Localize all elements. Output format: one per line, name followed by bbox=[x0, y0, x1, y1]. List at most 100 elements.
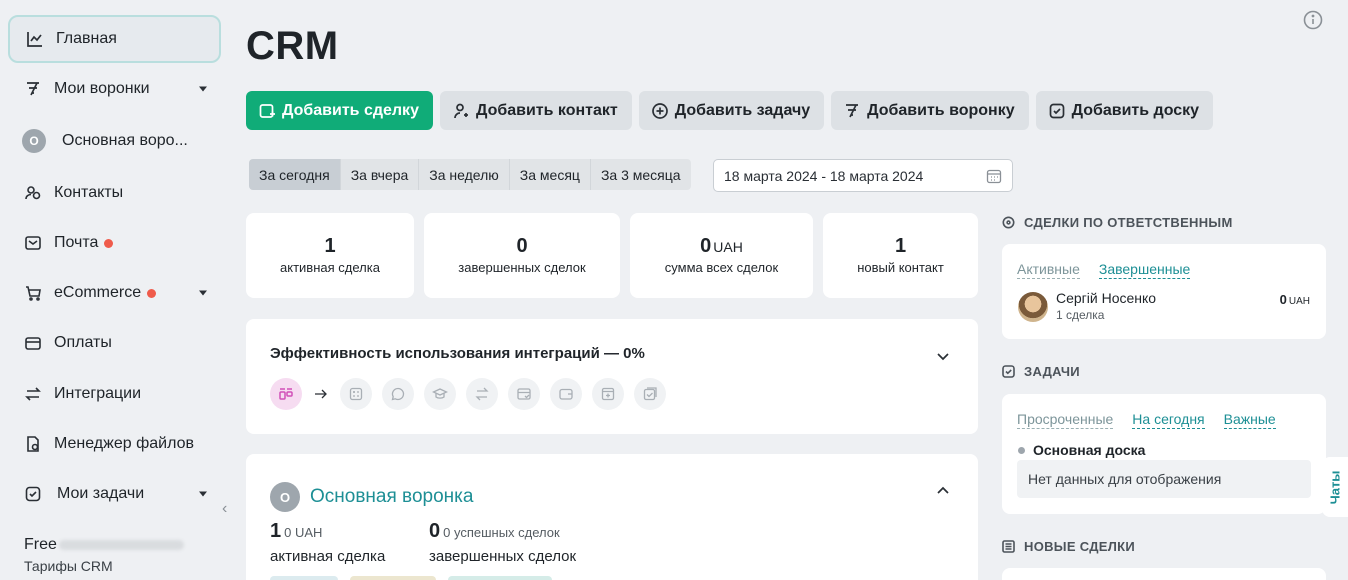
sidebar-item-files[interactable]: Менеджер файлов bbox=[8, 420, 221, 468]
add-board-button[interactable]: Добавить доску bbox=[1035, 91, 1214, 130]
sidebar-item-main-funnel[interactable]: O Основная воро... bbox=[8, 117, 221, 165]
stat-label: новый контакт bbox=[857, 260, 944, 275]
graduation-cap-icon[interactable] bbox=[424, 378, 456, 410]
stat-value: 1 bbox=[324, 235, 336, 257]
owner-sum-unit: UAH bbox=[1288, 296, 1310, 307]
period-today[interactable]: За сегодня bbox=[249, 159, 341, 190]
owner-deal-count: 1 сделка bbox=[1056, 308, 1105, 322]
avatar bbox=[1018, 292, 1048, 322]
stat-label: сумма всех сделок bbox=[664, 260, 779, 275]
funnel-name-link[interactable]: Основная воронка bbox=[310, 486, 473, 508]
funnel-active-label: активная сделка bbox=[270, 548, 386, 565]
funnel-stage-chip[interactable] bbox=[448, 576, 552, 580]
sidebar-item-tasks[interactable]: Мои задачи bbox=[8, 470, 221, 518]
add-deal-label: Добавить сделку bbox=[282, 101, 419, 119]
file-icon bbox=[24, 435, 42, 453]
chart-line-icon bbox=[26, 30, 44, 48]
funnel-stage-chip[interactable] bbox=[270, 576, 338, 580]
receipt-icon[interactable] bbox=[508, 378, 540, 410]
tab-active-deals[interactable]: Активные bbox=[1017, 261, 1080, 279]
chevron-up-icon[interactable] bbox=[936, 484, 950, 498]
tab-completed-deals[interactable]: Завершенные bbox=[1098, 261, 1191, 279]
collapse-sidebar-icon[interactable]: ‹ bbox=[222, 500, 227, 518]
toolbar: Добавить сделку Добавить контакт Добавит… bbox=[246, 91, 1214, 130]
add-task-button[interactable]: Добавить задачу bbox=[638, 91, 825, 130]
stat-value: 0 bbox=[700, 235, 712, 257]
add-contact-icon bbox=[454, 103, 468, 118]
board-row: Основная доска bbox=[1018, 442, 1145, 458]
sidebar-item-label: Мои воронки bbox=[54, 80, 150, 97]
board-name: Основная доска bbox=[1033, 442, 1146, 458]
funnel-stage-chip[interactable] bbox=[350, 576, 436, 580]
owner-name: Сергій Носенко bbox=[1056, 290, 1157, 306]
add-deal-button[interactable]: Добавить сделку bbox=[246, 91, 433, 130]
task-check-icon bbox=[1002, 365, 1015, 378]
task-check-icon bbox=[24, 485, 42, 503]
sidebar-item-payments[interactable]: Оплаты bbox=[8, 319, 221, 367]
contacts-icon bbox=[24, 184, 42, 202]
checklist-icon[interactable] bbox=[634, 378, 666, 410]
chevron-down-icon[interactable] bbox=[199, 86, 207, 92]
chevron-down-icon[interactable] bbox=[199, 491, 207, 497]
arrow-right-icon bbox=[315, 389, 327, 399]
chats-label: Чаты bbox=[1327, 470, 1343, 504]
period-3-months[interactable]: За 3 месяца bbox=[590, 159, 691, 190]
sidebar: Главная Мои воронки O Основная воро... К… bbox=[0, 0, 230, 580]
sidebar-item-contacts[interactable]: Контакты bbox=[8, 169, 221, 217]
stat-label: активная сделка bbox=[280, 260, 380, 275]
plan-name: Free bbox=[24, 536, 57, 553]
period-selector: За сегодня За вчера За неделю За месяц З… bbox=[249, 159, 691, 190]
funnel-card: O Основная воронка 10 UAH активная сделк… bbox=[246, 454, 978, 580]
funnel-avatar: O bbox=[270, 482, 300, 512]
notification-badge bbox=[104, 238, 114, 248]
tab-important-tasks[interactable]: Важные bbox=[1223, 411, 1276, 429]
deals-by-owner-title: СДЕЛКИ ПО ОТВЕТСТВЕННЫМ bbox=[1024, 215, 1233, 230]
tab-today-tasks[interactable]: На сегодня bbox=[1132, 411, 1205, 429]
tab-overdue-tasks[interactable]: Просроченные bbox=[1017, 411, 1114, 429]
add-task-icon bbox=[651, 102, 668, 119]
funnel-done-label: завершенных сделок bbox=[429, 548, 577, 565]
wallet-card-icon[interactable] bbox=[550, 378, 582, 410]
calendar-icon[interactable] bbox=[986, 168, 1002, 184]
sidebar-item-mail[interactable]: Почта bbox=[8, 219, 221, 267]
integration-efficiency-card: Эффективность использования интеграций —… bbox=[246, 319, 978, 434]
funnel-board-icon[interactable] bbox=[270, 378, 302, 410]
period-yesterday[interactable]: За вчера bbox=[340, 159, 420, 190]
add-board-label: Добавить доску bbox=[1071, 101, 1200, 119]
add-funnel-button[interactable]: Добавить воронку bbox=[831, 91, 1029, 130]
stat-label: завершенных сделок bbox=[458, 260, 586, 275]
sidebar-item-label: eCommerce bbox=[54, 284, 142, 301]
add-doc-icon[interactable] bbox=[592, 378, 624, 410]
funnel-icon bbox=[24, 80, 42, 98]
tasks-heading: ЗАДАЧИ bbox=[1002, 364, 1080, 379]
plan-block: Free Тарифы CRM bbox=[24, 536, 184, 574]
stat-card-active-deals: 1 активная сделка bbox=[246, 213, 414, 298]
list-icon bbox=[1002, 540, 1015, 553]
sidebar-item-ecommerce[interactable]: eCommerce bbox=[8, 269, 221, 317]
plan-link[interactable]: Тарифы CRM bbox=[24, 558, 184, 574]
tasks-card: Просроченные На сегодня Важные Основная … bbox=[1002, 394, 1326, 514]
swap-arrows-icon[interactable] bbox=[466, 378, 498, 410]
sidebar-item-label: Главная bbox=[56, 30, 117, 47]
sidebar-item-label: Интеграции bbox=[54, 385, 142, 402]
sidebar-item-integrations[interactable]: Интеграции bbox=[8, 370, 221, 418]
funnel-header: O Основная воронка bbox=[270, 482, 473, 512]
date-range-input[interactable]: 18 марта 2024 - 18 марта 2024 bbox=[713, 159, 1013, 192]
new-deals-title: НОВЫЕ СДЕЛКИ bbox=[1024, 539, 1136, 554]
date-range-value: 18 марта 2024 - 18 марта 2024 bbox=[724, 167, 924, 184]
chevron-down-icon[interactable] bbox=[936, 349, 950, 363]
sidebar-item-funnels[interactable]: Мои воронки bbox=[8, 65, 221, 113]
sidebar-item-label: Мои задачи bbox=[57, 485, 145, 502]
add-deal-icon bbox=[259, 103, 275, 118]
period-month[interactable]: За месяц bbox=[509, 159, 591, 190]
funnel-done-count: 0 bbox=[429, 520, 441, 542]
calculator-icon[interactable] bbox=[340, 378, 372, 410]
chat-bubble-icon[interactable] bbox=[382, 378, 414, 410]
chevron-down-icon[interactable] bbox=[199, 290, 207, 296]
sidebar-item-home[interactable]: Главная bbox=[8, 15, 221, 63]
add-contact-button[interactable]: Добавить контакт bbox=[439, 91, 632, 130]
chats-tab[interactable]: Чаты bbox=[1322, 457, 1348, 517]
period-week[interactable]: За неделю bbox=[419, 159, 510, 190]
funnel-active-amount: 0 UAH bbox=[284, 525, 323, 540]
info-icon[interactable] bbox=[1303, 10, 1323, 30]
